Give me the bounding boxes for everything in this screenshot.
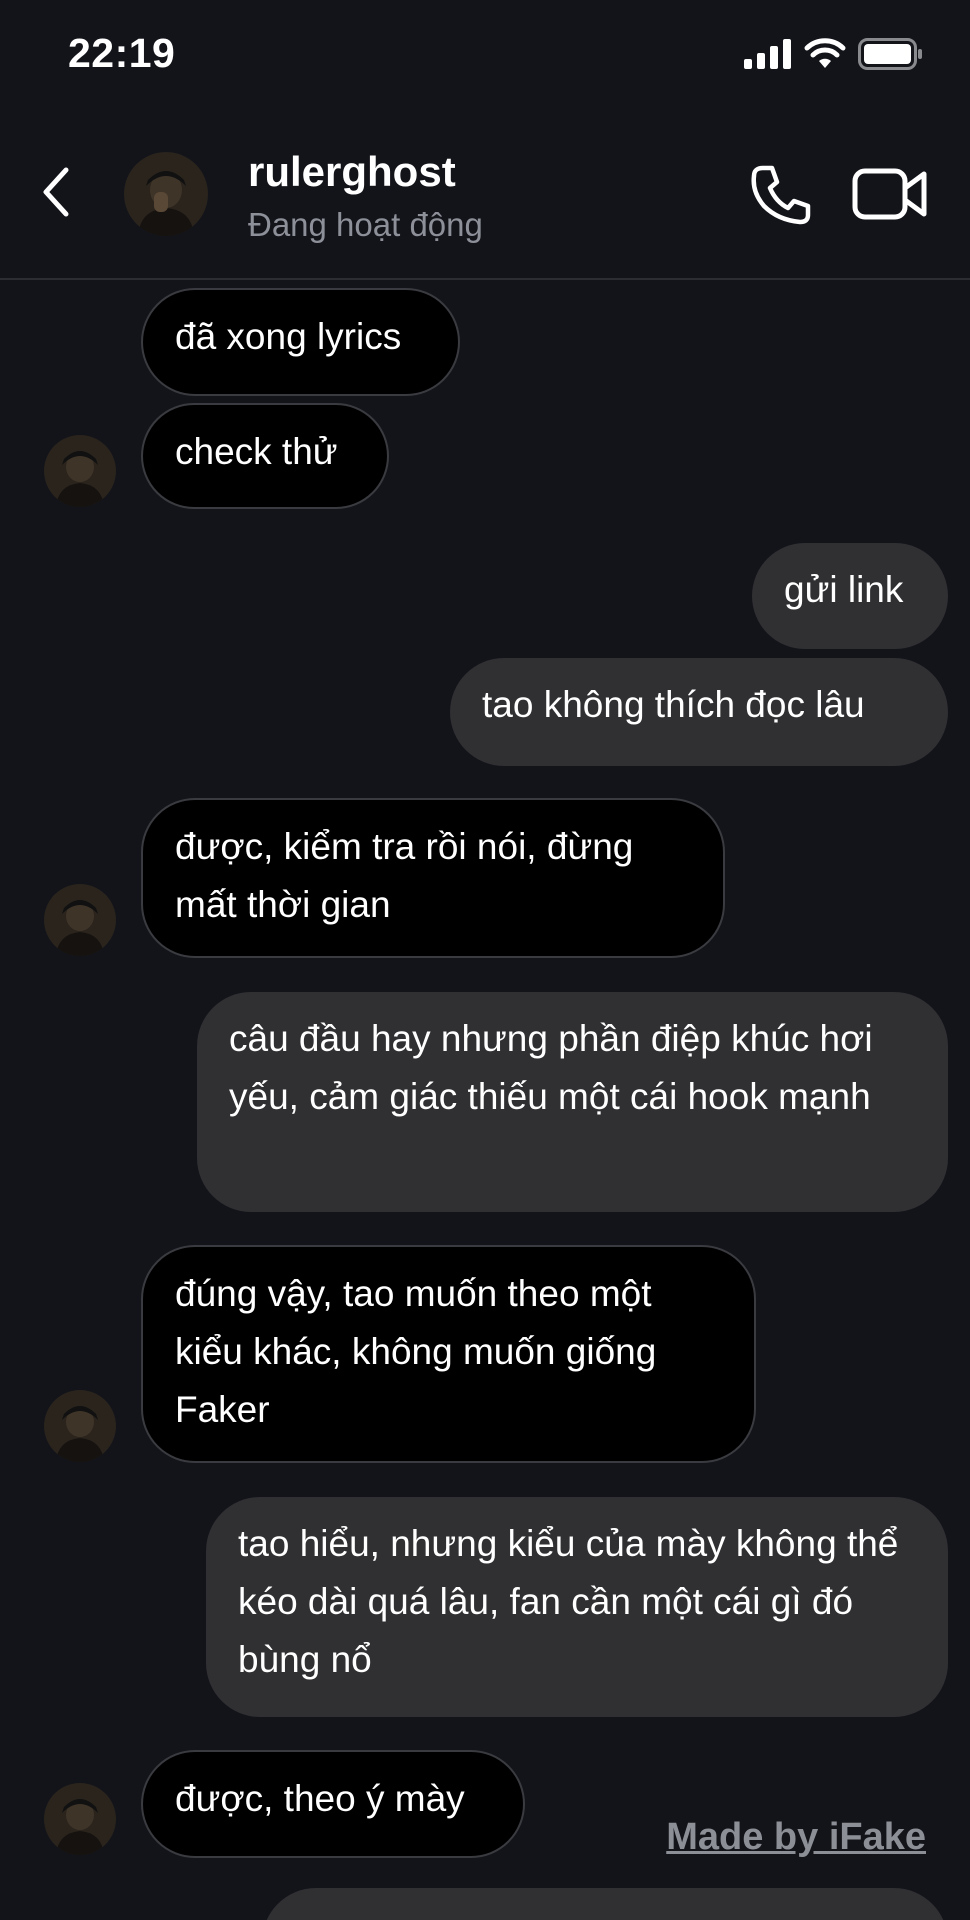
contact-status: Đang hoạt động xyxy=(248,206,483,243)
wifi-icon xyxy=(804,38,846,68)
video-call-button[interactable] xyxy=(852,166,928,222)
back-button[interactable] xyxy=(36,162,76,222)
chat-screen: 22:19 rulerghost Đang hoạt động đã xong … xyxy=(0,0,970,1920)
outgoing-message[interactable]: gửi link xyxy=(752,543,948,649)
status-icons xyxy=(744,38,924,70)
signal-icon xyxy=(744,39,791,69)
video-camera-icon xyxy=(852,168,927,220)
outgoing-message[interactable]: tao không thích đọc lâu xyxy=(450,658,948,766)
outgoing-message-partial[interactable] xyxy=(262,1888,948,1920)
sender-avatar xyxy=(44,1390,116,1462)
sender-avatar xyxy=(44,1783,116,1855)
contact-name[interactable]: rulerghost xyxy=(248,148,456,196)
battery-icon xyxy=(858,38,922,70)
incoming-message[interactable]: được, kiểm tra rồi nói, đừng mất thời gi… xyxy=(141,798,725,958)
outgoing-message[interactable]: tao hiểu, nhưng kiểu của mày không thể k… xyxy=(206,1497,948,1717)
back-chevron-icon xyxy=(43,167,69,217)
voice-call-button[interactable] xyxy=(748,162,814,228)
outgoing-message[interactable]: câu đầu hay nhưng phần điệp khúc hơi yếu… xyxy=(197,992,948,1212)
watermark: Made by iFake xyxy=(666,1816,926,1858)
sender-avatar xyxy=(44,435,116,507)
phone-icon xyxy=(751,165,811,225)
incoming-message[interactable]: đúng vậy, tao muốn theo một kiểu khác, k… xyxy=(141,1245,756,1463)
incoming-message[interactable]: đã xong lyrics xyxy=(141,288,460,396)
incoming-message[interactable]: check thử xyxy=(141,403,389,509)
sender-avatar xyxy=(44,884,116,956)
chat-header: rulerghost Đang hoạt động xyxy=(0,110,970,280)
contact-avatar[interactable] xyxy=(124,152,208,236)
incoming-message[interactable]: được, theo ý mày xyxy=(141,1750,525,1858)
status-time: 22:19 xyxy=(68,30,176,76)
status-bar: 22:19 xyxy=(0,0,970,110)
